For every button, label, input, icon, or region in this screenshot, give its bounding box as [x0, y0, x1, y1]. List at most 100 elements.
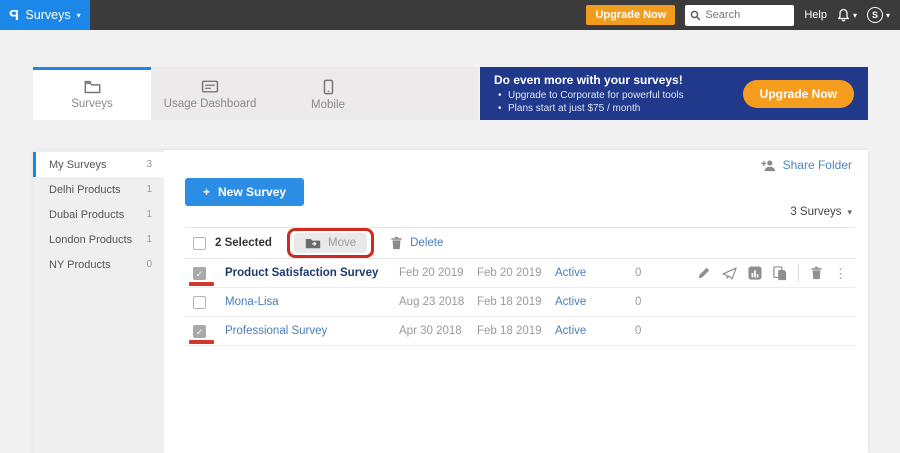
tab-surveys[interactable]: Surveys — [33, 67, 151, 120]
tab-strip: Surveys Usage Dashboard Mobile — [33, 67, 478, 120]
red-annotation-box: Move — [287, 228, 374, 258]
upgrade-now-button[interactable]: Upgrade Now — [586, 5, 675, 25]
bar-chart-icon — [748, 266, 762, 280]
select-all-cell — [185, 228, 215, 258]
survey-name-link[interactable]: Mona-Lisa — [215, 296, 399, 308]
red-underline-annotation — [189, 282, 214, 286]
sidebar-item-delhi-products[interactable]: Delhi Products 1 — [33, 177, 164, 202]
promo-title: Do even more with your surveys! — [494, 73, 743, 87]
delete-label: Delete — [410, 237, 443, 249]
status-link[interactable]: Active — [555, 296, 635, 308]
help-link[interactable]: Help — [804, 9, 827, 21]
tab-label: Mobile — [311, 99, 345, 111]
notifications-menu[interactable]: ▾ — [837, 8, 857, 22]
folder-label: Dubai Products — [49, 209, 124, 221]
tab-label: Surveys — [71, 98, 113, 110]
promo-banner: Do even more with your surveys! Upgrade … — [480, 67, 868, 120]
tabstrip-filler — [387, 67, 478, 120]
app-menu-label: Surveys — [25, 8, 70, 22]
surveys-table: 2 Selected Move Delete ✓ Pr — [185, 227, 855, 346]
modified-date: Feb 18 2019 — [477, 296, 555, 308]
survey-name-link[interactable]: Product Satisfaction Survey — [215, 267, 399, 279]
sidebar-item-my-surveys[interactable]: My Surveys 3 — [33, 152, 164, 177]
move-button[interactable]: Move — [294, 233, 367, 253]
folder-label: My Surveys — [49, 159, 106, 171]
folder-icon — [84, 80, 101, 94]
proprofs-logo-icon: P — [9, 8, 19, 23]
chevron-down-icon: ▾ — [886, 11, 890, 20]
delete-button[interactable]: Delete — [390, 236, 443, 250]
modified-date: Feb 18 2019 — [477, 325, 555, 337]
search-input[interactable] — [705, 9, 785, 21]
row-actions: ⋮ — [697, 264, 855, 282]
tab-usage-dashboard[interactable]: Usage Dashboard — [151, 67, 269, 120]
duplicate-button[interactable] — [773, 266, 787, 281]
table-row: ✓ Professional Survey Apr 30 2018 Feb 18… — [185, 317, 855, 346]
edit-button[interactable] — [697, 266, 711, 280]
pencil-icon — [697, 266, 711, 280]
selected-count-label: 2 Selected — [215, 237, 287, 249]
status-link[interactable]: Active — [555, 325, 635, 337]
table-row: ✓ Product Satisfaction Survey Feb 20 201… — [185, 259, 855, 288]
search-icon — [690, 10, 701, 21]
chevron-down-icon: ▾ — [853, 11, 857, 20]
main-card: My Surveys 3 Delhi Products 1 Dubai Prod… — [33, 150, 868, 453]
folder-count: 1 — [146, 234, 152, 245]
folder-count: 1 — [146, 184, 152, 195]
trash-icon — [810, 266, 823, 280]
promo-bullet: Upgrade to Corporate for powerful tools — [494, 89, 743, 102]
avatar: S — [867, 7, 883, 23]
table-row: Mona-Lisa Aug 23 2018 Feb 18 2019 Active… — [185, 288, 855, 317]
responses-count: 0 — [635, 325, 697, 337]
reports-button[interactable] — [748, 266, 762, 280]
sidebar-item-dubai-products[interactable]: Dubai Products 1 — [33, 202, 164, 227]
account-menu[interactable]: S ▾ — [867, 7, 890, 23]
red-underline-annotation — [189, 340, 214, 344]
select-all-checkbox[interactable] — [193, 237, 206, 250]
add-user-icon — [761, 159, 777, 172]
topbar: P Surveys ▾ Upgrade Now Help ▾ S ▾ — [0, 0, 900, 30]
folder-count: 0 — [146, 259, 152, 270]
folder-label: NY Products — [49, 259, 111, 271]
sidebar-item-london-products[interactable]: London Products 1 — [33, 227, 164, 252]
row-checkbox[interactable]: ✓ — [193, 267, 206, 280]
copy-icon — [773, 266, 787, 281]
folder-count: 3 — [146, 159, 152, 170]
chevron-down-icon: ▾ — [847, 207, 852, 218]
row-checkbox-cell — [185, 288, 215, 316]
app-switcher[interactable]: P Surveys ▾ — [0, 0, 90, 30]
folders-sidebar: My Surveys 3 Delhi Products 1 Dubai Prod… — [33, 150, 164, 453]
share-folder-label: Share Folder — [783, 158, 852, 172]
surveys-count-label: 3 Surveys — [790, 206, 841, 218]
row-checkbox-cell: ✓ — [185, 317, 215, 345]
new-survey-button[interactable]: + New Survey — [185, 178, 304, 206]
move-label: Move — [328, 237, 356, 249]
row-checkbox[interactable]: ✓ — [193, 325, 206, 338]
mobile-icon — [323, 79, 334, 95]
tab-label: Usage Dashboard — [164, 98, 257, 110]
plus-icon: + — [203, 185, 210, 199]
promo-bullet: Plans start at just $75 / month — [494, 102, 743, 115]
row-checkbox-cell: ✓ — [185, 259, 215, 287]
trash-icon — [390, 236, 403, 250]
status-link[interactable]: Active — [555, 267, 635, 279]
sidebar-item-ny-products[interactable]: NY Products 0 — [33, 252, 164, 277]
row-checkbox[interactable] — [193, 296, 206, 309]
row-delete-button[interactable] — [810, 266, 823, 280]
created-date: Feb 20 2019 — [399, 267, 477, 279]
paper-plane-icon — [722, 267, 737, 280]
created-date: Aug 23 2018 — [399, 296, 477, 308]
tab-mobile[interactable]: Mobile — [269, 67, 387, 120]
send-button[interactable] — [722, 267, 737, 280]
created-date: Apr 30 2018 — [399, 325, 477, 337]
surveys-content: Share Folder + New Survey 3 Surveys ▾ 2 … — [164, 150, 868, 453]
promo-text: Do even more with your surveys! Upgrade … — [480, 67, 743, 121]
surveys-count-dropdown[interactable]: 3 Surveys ▾ — [790, 206, 852, 218]
share-folder-button[interactable]: Share Folder — [761, 158, 852, 172]
responses-count: 0 — [635, 296, 697, 308]
more-options-button[interactable]: ⋮ — [834, 267, 847, 280]
banner-upgrade-button[interactable]: Upgrade Now — [743, 80, 854, 108]
folder-count: 1 — [146, 209, 152, 220]
search-box[interactable] — [685, 5, 794, 26]
survey-name-link[interactable]: Professional Survey — [215, 325, 399, 337]
